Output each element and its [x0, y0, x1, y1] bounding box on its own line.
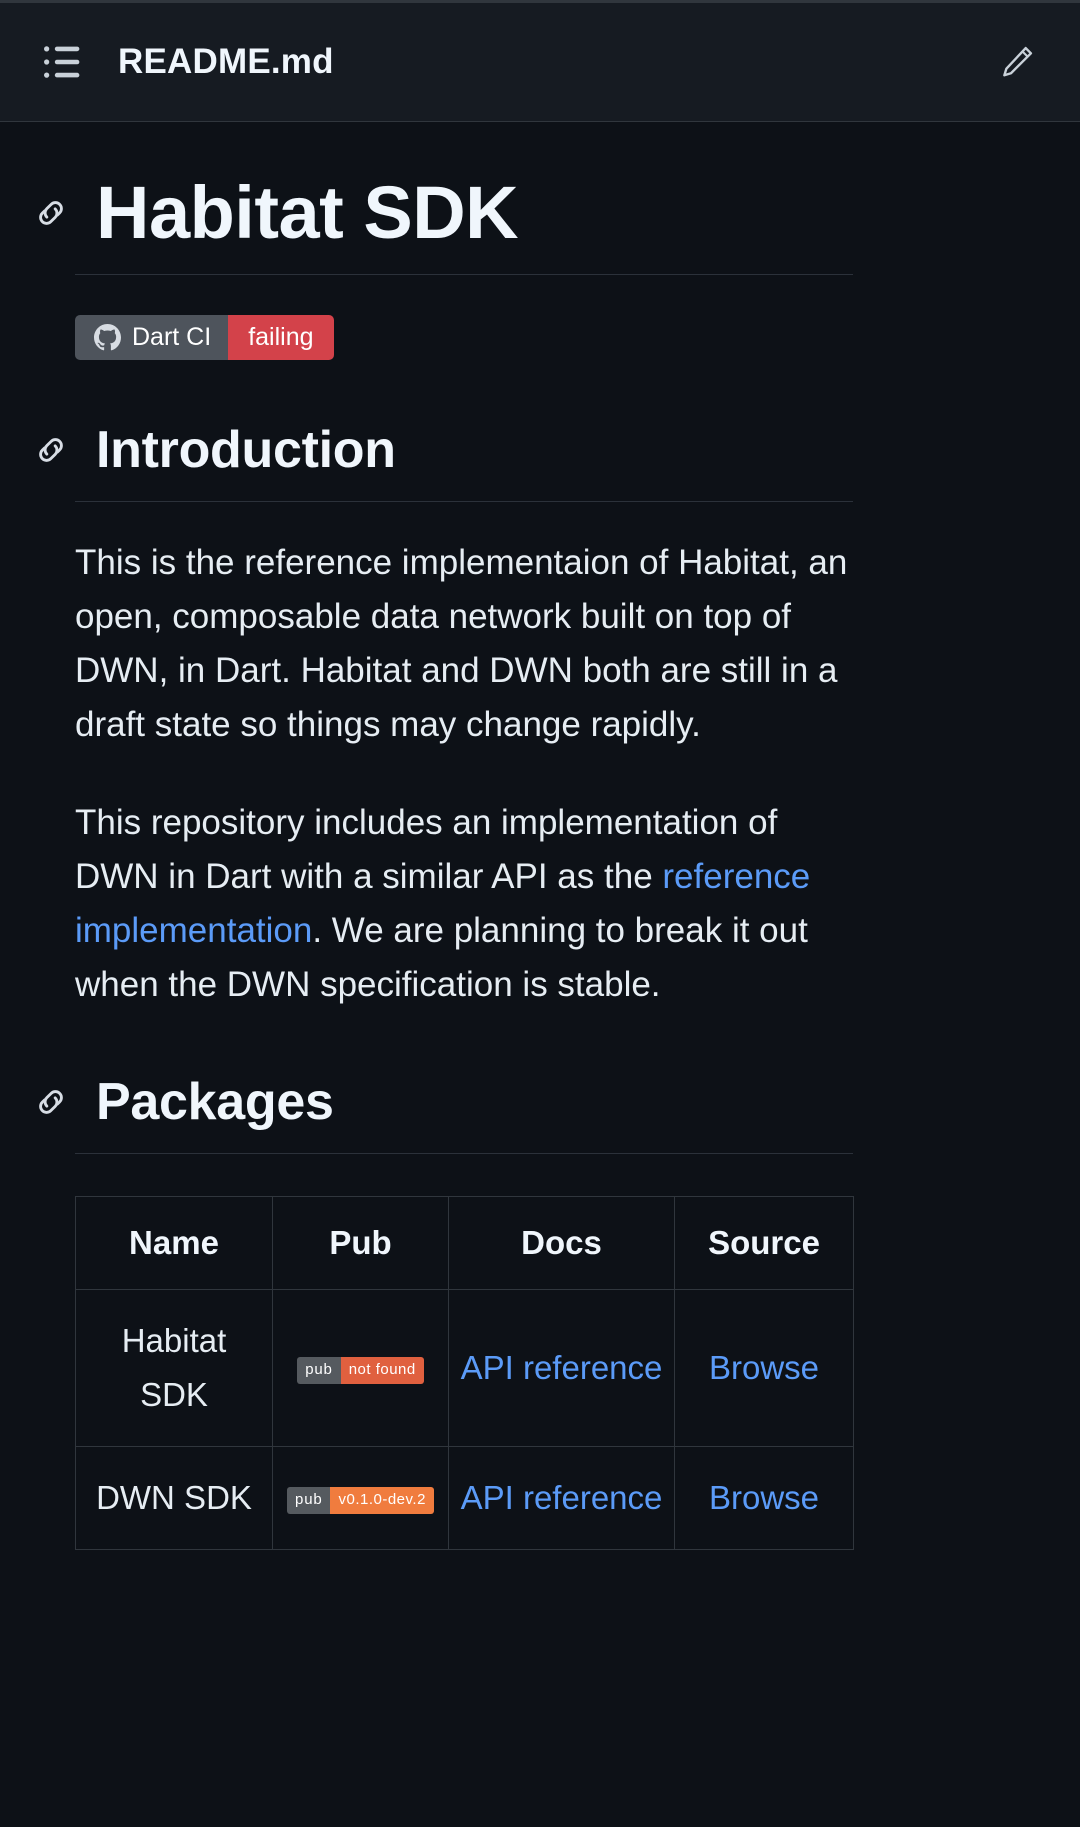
table-header-row: Name Pub Docs Source [75, 1196, 854, 1291]
ci-status-badge[interactable]: Dart CI failing [75, 314, 334, 360]
heading-rule [75, 273, 853, 275]
pub-badge-status-side: v0.1.0-dev.2 [330, 1486, 434, 1514]
pub-badge[interactable]: pub v0.1.0-dev.2 [287, 1486, 434, 1514]
package-docs-cell: API reference [448, 1446, 675, 1551]
table-row: Habitat SDK pub not found API reference [75, 1289, 854, 1448]
heading-habitat-sdk: Habitat SDK [0, 174, 1080, 252]
browse-link[interactable]: Browse [709, 1341, 819, 1395]
link-icon[interactable] [30, 429, 72, 471]
section-heading: Introduction [96, 420, 396, 479]
paragraph: This repository includes an implementati… [75, 796, 865, 1012]
ci-badge-label-side: Dart CI [75, 314, 229, 360]
heading-packages: Packages [0, 1072, 1080, 1131]
paragraph-text: This is the reference implementaion of H… [75, 542, 848, 744]
pub-badge[interactable]: pub not found [297, 1356, 424, 1384]
pub-badge-version: v0.1.0-dev.2 [338, 1491, 426, 1509]
doc-title: Habitat SDK [96, 171, 519, 254]
pub-badge-status-side: not found [340, 1356, 424, 1384]
page-title: README.md [118, 42, 334, 81]
ci-badge-wrapper: Dart CI failing [75, 314, 334, 360]
browse-link[interactable]: Browse [709, 1471, 819, 1525]
column-header-docs: Docs [448, 1196, 675, 1291]
heading-introduction: Introduction [0, 420, 1080, 479]
readme-content: Habitat SDK Dart CI failing Introduction… [0, 174, 1080, 1551]
package-source-cell: Browse [674, 1446, 854, 1551]
column-header-pub: Pub [272, 1196, 449, 1291]
package-docs-cell: API reference [448, 1289, 675, 1448]
pub-badge-label-side: pub [297, 1356, 341, 1384]
packages-table: Name Pub Docs Source Habitat SDK pub not… [75, 1196, 854, 1551]
pub-badge-label: pub [305, 1361, 333, 1379]
pub-badge-status: not found [348, 1361, 416, 1379]
section-heading: Packages [96, 1072, 334, 1131]
package-pub-cell: pub not found [272, 1289, 449, 1448]
app-header: README.md [0, 3, 1080, 122]
ci-badge-status-side: failing [228, 314, 334, 360]
link-icon[interactable] [30, 1081, 72, 1123]
package-pub-cell: pub v0.1.0-dev.2 [272, 1446, 449, 1551]
package-source-cell: Browse [674, 1289, 854, 1448]
github-icon [94, 323, 121, 351]
list-icon[interactable] [34, 33, 92, 91]
column-header-source: Source [674, 1196, 854, 1291]
heading-rule [75, 500, 853, 502]
package-name: DWN SDK [75, 1446, 273, 1551]
table-row: DWN SDK pub v0.1.0-dev.2 API reference B… [75, 1446, 854, 1551]
pub-badge-label: pub [295, 1491, 323, 1509]
paragraph: This is the reference implementaion of H… [75, 536, 865, 752]
pencil-icon[interactable] [988, 33, 1046, 91]
heading-rule [75, 1153, 853, 1155]
column-header-name: Name [75, 1196, 273, 1291]
pub-badge-label-side: pub [287, 1486, 331, 1514]
api-reference-link[interactable]: API reference [461, 1471, 663, 1525]
package-name: Habitat SDK [75, 1289, 273, 1448]
ci-badge-label: Dart CI [132, 322, 212, 351]
link-icon[interactable] [30, 192, 72, 234]
api-reference-link[interactable]: API reference [461, 1341, 663, 1395]
ci-badge-status: failing [248, 322, 314, 351]
